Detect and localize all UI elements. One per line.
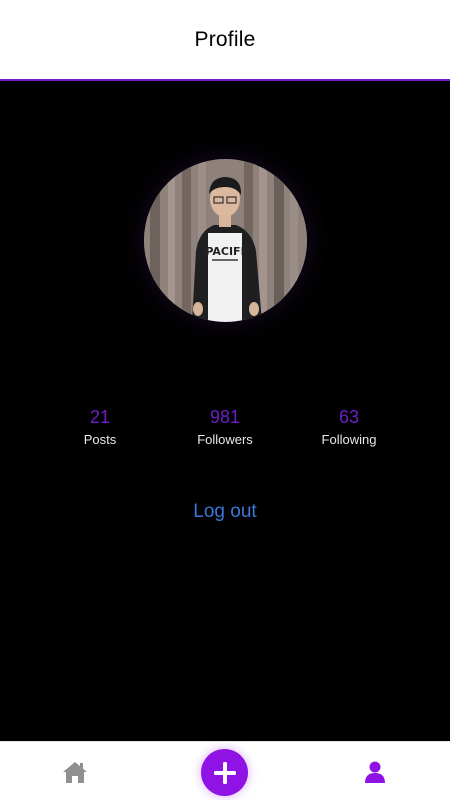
page-title: Profile [194,27,256,51]
stat-label: Followers [197,432,253,447]
home-icon [63,761,87,783]
profile-content: PACIFI 21 Posts 981 Followers 63 Followi… [0,83,450,741]
stat-followers: 981 Followers [160,406,290,449]
svg-text:PACIFI: PACIFI [205,245,244,258]
avatar-photo: PACIFI [144,159,307,322]
stat-posts: 21 Posts [35,406,165,449]
stat-value: 21 [89,407,111,427]
tab-bar [0,741,450,800]
tab-profile[interactable] [345,742,405,800]
tab-home[interactable] [45,742,105,800]
profile-stats: 21 Posts 981 Followers 63 Following [0,406,450,456]
logout-button[interactable]: Log out [125,497,325,527]
stat-following: 63 Following [284,406,414,449]
stat-value: 981 [209,407,241,427]
stat-value: 63 [338,407,360,427]
app-header: Profile [0,0,450,81]
add-post-button[interactable] [201,749,248,796]
stat-label: Posts [83,432,117,447]
plus-icon [213,761,236,784]
user-icon [365,761,385,783]
avatar: PACIFI [144,159,307,322]
stat-label: Following [321,432,377,447]
